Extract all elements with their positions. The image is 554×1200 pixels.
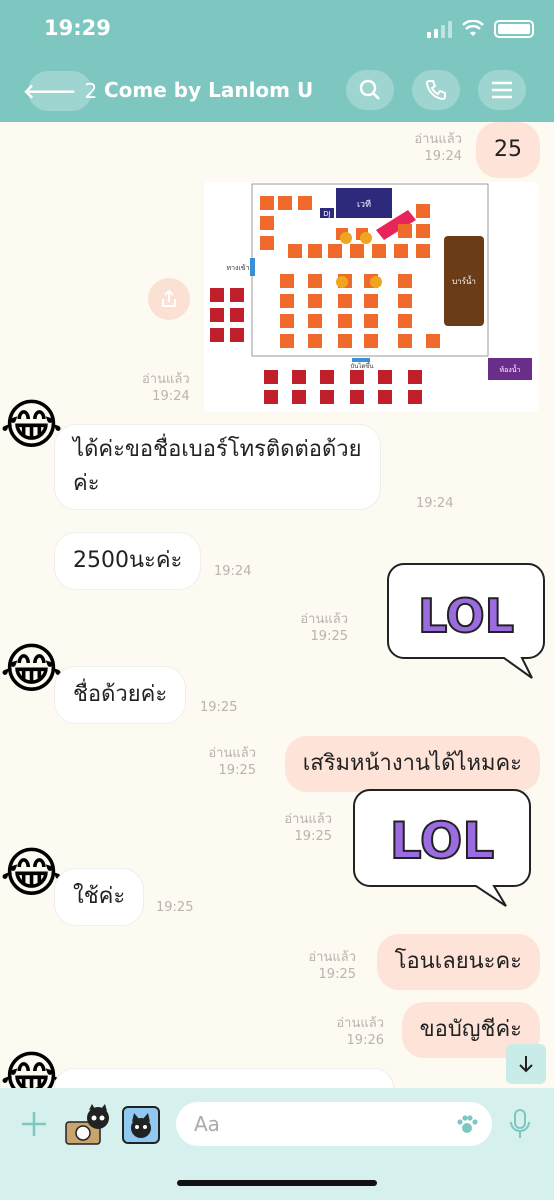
message-bubble-incoming[interactable]: ได้ค่ะขอชื่อเบอร์โทรติดต่อด้วย ค่ะ: [54, 424, 381, 511]
svg-text:LOL: LOL: [390, 812, 494, 870]
entrance-label: ทางเข้า: [226, 264, 249, 272]
svg-text:LOL: LOL: [418, 589, 514, 643]
lol-sticker[interactable]: LOL: [384, 554, 548, 682]
message-meta: อ่านแล้ว 19:24: [414, 132, 462, 164]
message-meta: อ่านแล้ว 19:25: [208, 746, 256, 778]
chat-title: Come by Lanlom U: [104, 78, 314, 102]
home-indicator[interactable]: [177, 1180, 377, 1186]
seating-map-drawing: เวที DJ บาร์น้ำ ทางเข้า บันไดขึ้น ห้องน้…: [210, 183, 532, 404]
message-meta: อ่านแล้ว 19:26: [336, 1016, 384, 1048]
message-bubble-incoming[interactable]: ชื่อด้วยค่ะ: [54, 666, 187, 724]
menu-button[interactable]: [478, 70, 526, 110]
seating-map-image[interactable]: เวที DJ บาร์น้ำ ทางเข้า บันไดขึ้น ห้องน้…: [204, 182, 538, 412]
message-meta: อ่านแล้ว 19:25: [308, 950, 356, 982]
input-bar: Aa: [0, 1088, 554, 1200]
message-time: 19:25: [156, 900, 194, 915]
back-arrow-icon: 🡐: [22, 79, 77, 103]
status-icons: [427, 20, 534, 38]
message-bubble-incoming[interactable]: ใช้ค่ะ: [54, 868, 145, 926]
dj-label: DJ: [323, 210, 330, 218]
arrow-down-icon: [519, 1056, 533, 1073]
back-button[interactable]: 🡐 2: [23, 71, 97, 111]
plus-icon[interactable]: [20, 1110, 48, 1138]
message-time: 19:24: [416, 496, 454, 511]
gallery-icon[interactable]: [122, 1106, 160, 1144]
chat-header: 19:29 🡐 2 Come by Lanlom U: [0, 0, 554, 122]
message-meta: อ่านแล้ว 19:25: [300, 612, 348, 644]
paw-emoji-icon[interactable]: [456, 1114, 478, 1134]
message-bubble-outgoing[interactable]: โอนเลยนะคะ: [376, 934, 540, 990]
search-icon: [359, 79, 380, 100]
message-input[interactable]: Aa: [176, 1102, 492, 1146]
share-button[interactable]: [148, 278, 190, 320]
status-time: 19:29: [44, 16, 111, 40]
message-time: 19:25: [200, 700, 238, 715]
battery-icon: [494, 20, 534, 38]
message-input-placeholder: Aa: [194, 1112, 220, 1136]
wifi-icon: [462, 20, 484, 36]
call-button[interactable]: [412, 70, 460, 110]
message-bubble-incoming-partial[interactable]: [54, 1068, 394, 1088]
share-icon: [162, 289, 176, 307]
message-bubble-incoming[interactable]: 2500นะค่ะ: [54, 532, 202, 590]
message-meta: อ่านแล้ว 19:25: [284, 812, 332, 844]
chat-area[interactable]: อ่านแล้ว 19:24 25 อ่านแล้ว 19:24 เวที DJ บ…: [0, 122, 554, 1088]
bar-label: บาร์น้ำ: [452, 275, 476, 286]
back-count: 2: [84, 79, 98, 103]
scroll-to-bottom-button[interactable]: [506, 1044, 546, 1084]
signal-icon: [427, 20, 452, 38]
message-time: 19:24: [214, 564, 252, 579]
camera-icon[interactable]: [64, 1104, 112, 1146]
message-meta: อ่านแล้ว 19:24: [142, 372, 190, 404]
lol-sticker[interactable]: LOL: [350, 782, 534, 912]
message-bubble-outgoing[interactable]: 25: [476, 122, 540, 178]
menu-icon: [492, 81, 512, 99]
stage-label: เวที: [357, 199, 371, 210]
microphone-icon[interactable]: [508, 1108, 532, 1140]
phone-icon: [425, 80, 446, 101]
search-button[interactable]: [346, 70, 394, 110]
